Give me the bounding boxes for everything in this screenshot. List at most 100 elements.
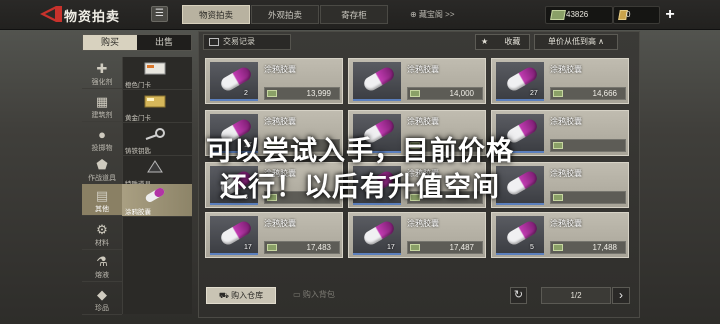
item-price-value: 17,488 bbox=[592, 243, 617, 252]
premium-currency-value: 0 bbox=[626, 10, 631, 19]
item-name: 涂鸦胶囊 bbox=[407, 219, 439, 228]
cash-icon bbox=[550, 10, 566, 20]
tab-appearance-auction[interactable]: 外观拍卖 bbox=[251, 5, 319, 24]
capsule-icon bbox=[218, 218, 254, 248]
item-thumbnail bbox=[353, 62, 401, 101]
item-price: 17,483 bbox=[264, 241, 340, 254]
item-name: 涂鸦胶囊 bbox=[407, 117, 439, 126]
gold-keycard-icon bbox=[144, 95, 166, 108]
item-name: 涂鸦胶囊 bbox=[264, 65, 296, 74]
item-quantity: 2 bbox=[244, 90, 248, 97]
cash-icon bbox=[553, 90, 563, 97]
item-price-value: 14,666 bbox=[592, 89, 617, 98]
subcategory-gold-keycard[interactable]: 黄金门卡 bbox=[122, 90, 192, 123]
item-quantity: 17 bbox=[387, 244, 395, 251]
buy-to-bag-label: 购入背包 bbox=[302, 290, 335, 299]
listing-card[interactable]: 17 涂鸦胶囊 17,483 bbox=[205, 212, 343, 258]
subcategory-orange-keycard[interactable]: 橙色门卡 bbox=[122, 57, 192, 90]
item-name: 涂鸦胶囊 bbox=[550, 219, 582, 228]
buy-tab[interactable]: 购买 bbox=[83, 35, 137, 50]
capsule-icon bbox=[218, 64, 254, 94]
capsule-icon bbox=[504, 64, 540, 94]
premium-currency-balance: 0 bbox=[613, 6, 660, 24]
item-quantity: 5 bbox=[530, 244, 534, 251]
buy-to-warehouse-button[interactable]: ⛟ 购入仓库 bbox=[206, 287, 276, 304]
caption-line: 还行！以后有升值空间 bbox=[220, 172, 500, 203]
trade-record-button[interactable]: 交易记录 bbox=[203, 34, 291, 50]
category-material[interactable]: ⚙ 材料 bbox=[82, 218, 122, 250]
capsule-icon bbox=[504, 218, 540, 248]
subcategory-label: 黄金门卡 bbox=[125, 115, 151, 122]
menu-button[interactable]: ☰ bbox=[151, 6, 168, 22]
page-title: 物资拍卖 bbox=[64, 9, 121, 24]
item-price: 17,488 bbox=[550, 241, 626, 254]
item-price: 14,666 bbox=[550, 87, 626, 100]
flask-icon: ⚗ bbox=[96, 254, 108, 269]
item-price-value: 17,483 bbox=[306, 243, 331, 252]
bag-icon: ▭ bbox=[293, 290, 301, 299]
item-quantity: 17 bbox=[244, 244, 252, 251]
item-name: 涂鸦胶囊 bbox=[550, 65, 582, 74]
category-building[interactable]: ▦ 建筑剂 bbox=[82, 90, 122, 122]
item-price-value: 17,487 bbox=[449, 243, 474, 252]
sell-tab[interactable]: 出售 bbox=[137, 35, 191, 50]
treasure-link-label: 藏宝阁 >> bbox=[418, 10, 455, 19]
listing-card[interactable]: 5 涂鸦胶囊 17,488 bbox=[491, 212, 629, 258]
gem-icon: ◆ bbox=[97, 287, 107, 302]
item-price: 13,999 bbox=[264, 87, 340, 100]
add-currency-button[interactable]: + bbox=[662, 7, 678, 23]
item-name: 涂鸦胶囊 bbox=[264, 117, 296, 126]
cash-icon bbox=[410, 90, 420, 97]
caption-overlay: 可以尝试入手，目前价格 还行！以后有升值空间 bbox=[0, 134, 720, 206]
item-price-value: 14,000 bbox=[449, 89, 474, 98]
category-treasure[interactable]: ◆ 珍品 bbox=[82, 283, 122, 315]
tab-material-auction[interactable]: 物资拍卖 bbox=[182, 5, 250, 24]
item-price-value: 13,999 bbox=[306, 89, 331, 98]
chevron-right-icon: › bbox=[619, 288, 623, 302]
back-arrow-icon[interactable] bbox=[40, 4, 62, 24]
category-melt[interactable]: ⚗ 熔液 bbox=[82, 250, 122, 282]
item-price: 14,000 bbox=[407, 87, 483, 100]
treasure-link[interactable]: ⊕ 藏宝阁 >> bbox=[410, 9, 455, 20]
page-indicator: 1/2 bbox=[541, 287, 611, 304]
syringe-icon: ✚ bbox=[96, 61, 108, 76]
refresh-button[interactable]: ↻ bbox=[510, 287, 527, 304]
capsule-icon bbox=[361, 64, 397, 94]
record-icon bbox=[209, 37, 219, 46]
listing-card[interactable]: 2 涂鸦胶囊 13,999 bbox=[205, 58, 343, 104]
tab-storage-locker[interactable]: 寄存柜 bbox=[320, 5, 388, 24]
cash-icon bbox=[553, 244, 563, 251]
favorite-button[interactable]: ★ 收藏 bbox=[475, 34, 530, 50]
category-label: 其他 bbox=[95, 206, 109, 213]
item-name: 涂鸦胶囊 bbox=[550, 117, 582, 126]
currency-balance-value: 43826 bbox=[566, 10, 589, 19]
buy-to-bag-button[interactable]: ▭ 购入背包 bbox=[283, 287, 345, 304]
next-page-button[interactable]: › bbox=[612, 287, 630, 304]
currency-balance: 43826 bbox=[545, 6, 613, 24]
buy-sell-toggle: 购买 出售 bbox=[82, 34, 192, 51]
category-label: 熔液 bbox=[95, 272, 109, 279]
category-enhancer[interactable]: ✚ 强化剂 bbox=[82, 57, 122, 89]
listing-card[interactable]: 17 涂鸦胶囊 17,487 bbox=[348, 212, 486, 258]
listing-card[interactable]: 27 涂鸦胶囊 14,666 bbox=[491, 58, 629, 104]
treasure-icon: ⊕ bbox=[410, 10, 417, 19]
star-icon: ★ bbox=[481, 37, 489, 46]
trade-record-label: 交易记录 bbox=[223, 37, 255, 46]
warehouse-icon: ⛟ bbox=[218, 291, 229, 300]
category-label: 珍品 bbox=[95, 305, 109, 312]
item-quantity: 27 bbox=[530, 90, 538, 97]
item-name: 涂鸦胶囊 bbox=[264, 219, 296, 228]
refresh-icon: ↻ bbox=[513, 289, 524, 301]
subcategory-label: 涂鸦胶囊 bbox=[125, 209, 151, 216]
subcategory-label: 橙色门卡 bbox=[125, 82, 151, 89]
category-label: 强化剂 bbox=[91, 79, 113, 86]
sort-button[interactable]: 单价从低到高 ∧ bbox=[534, 34, 618, 50]
category-label: 材料 bbox=[95, 240, 109, 247]
listing-card[interactable]: 涂鸦胶囊 14,000 bbox=[348, 58, 486, 104]
caption-line: 可以尝试入手，目前价格 bbox=[206, 136, 514, 167]
keycard-icon bbox=[144, 62, 166, 75]
cash-icon bbox=[267, 90, 277, 97]
item-thumbnail bbox=[496, 216, 544, 255]
item-thumbnail bbox=[210, 62, 258, 101]
category-label: 建筑剂 bbox=[91, 112, 113, 119]
